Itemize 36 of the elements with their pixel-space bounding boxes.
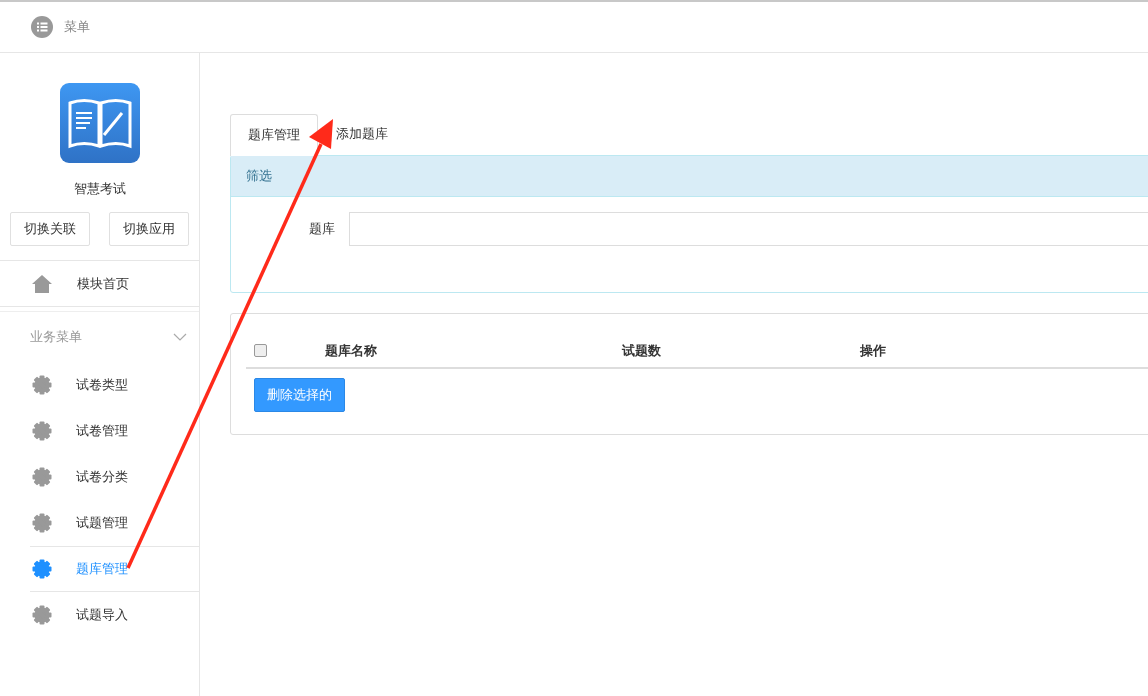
home-menu-item[interactable]: 模块首页 bbox=[0, 261, 199, 307]
question-bank-input-field[interactable] bbox=[349, 212, 1148, 246]
column-header: 试题数 bbox=[622, 341, 662, 360]
gear-icon bbox=[32, 513, 52, 533]
tab[interactable]: 添加题库 bbox=[318, 113, 406, 155]
home-icon bbox=[31, 273, 53, 294]
switch-button[interactable]: 切换应用 bbox=[109, 212, 189, 246]
menu-item-label: 题库管理 bbox=[76, 560, 128, 578]
menu-icon[interactable] bbox=[31, 16, 53, 38]
menu-item[interactable]: 试卷类型 bbox=[30, 362, 199, 408]
gear-icon bbox=[32, 559, 52, 579]
menu-item-label: 试卷分类 bbox=[76, 468, 128, 486]
column-header: 题库名称 bbox=[325, 341, 378, 360]
switch-button[interactable]: 切换关联 bbox=[10, 212, 90, 246]
book-logo-icon bbox=[59, 83, 140, 163]
menu-item-label: 试卷管理 bbox=[76, 422, 128, 440]
gear-icon bbox=[32, 605, 52, 625]
menu-item-label: 试题管理 bbox=[76, 514, 128, 532]
menu-label[interactable]: 菜单 bbox=[64, 18, 90, 36]
menu-item[interactable]: 试题管理 bbox=[30, 500, 199, 546]
column-header: 操作 bbox=[860, 341, 886, 360]
menu-item-label: 试卷类型 bbox=[76, 376, 128, 394]
gear-icon bbox=[32, 375, 52, 395]
menu-item-label: 模块首页 bbox=[77, 274, 129, 293]
gear-icon bbox=[32, 421, 52, 441]
menu-item[interactable]: 试卷分类 bbox=[30, 454, 199, 500]
gear-icon bbox=[32, 467, 52, 487]
menu-item[interactable]: 试题导入 bbox=[30, 592, 199, 638]
menu-item[interactable]: 试卷管理 bbox=[30, 408, 199, 454]
filter-title: 筛选 bbox=[246, 167, 272, 185]
app-name: 智慧考试 bbox=[73, 180, 126, 198]
field-label: 题库 bbox=[308, 220, 335, 238]
group-label: 业务菜单 bbox=[30, 328, 82, 346]
tab[interactable]: 题库管理 bbox=[230, 114, 318, 156]
select-all-checkbox[interactable] bbox=[254, 344, 267, 357]
menu-item-label: 试题导入 bbox=[76, 606, 128, 624]
